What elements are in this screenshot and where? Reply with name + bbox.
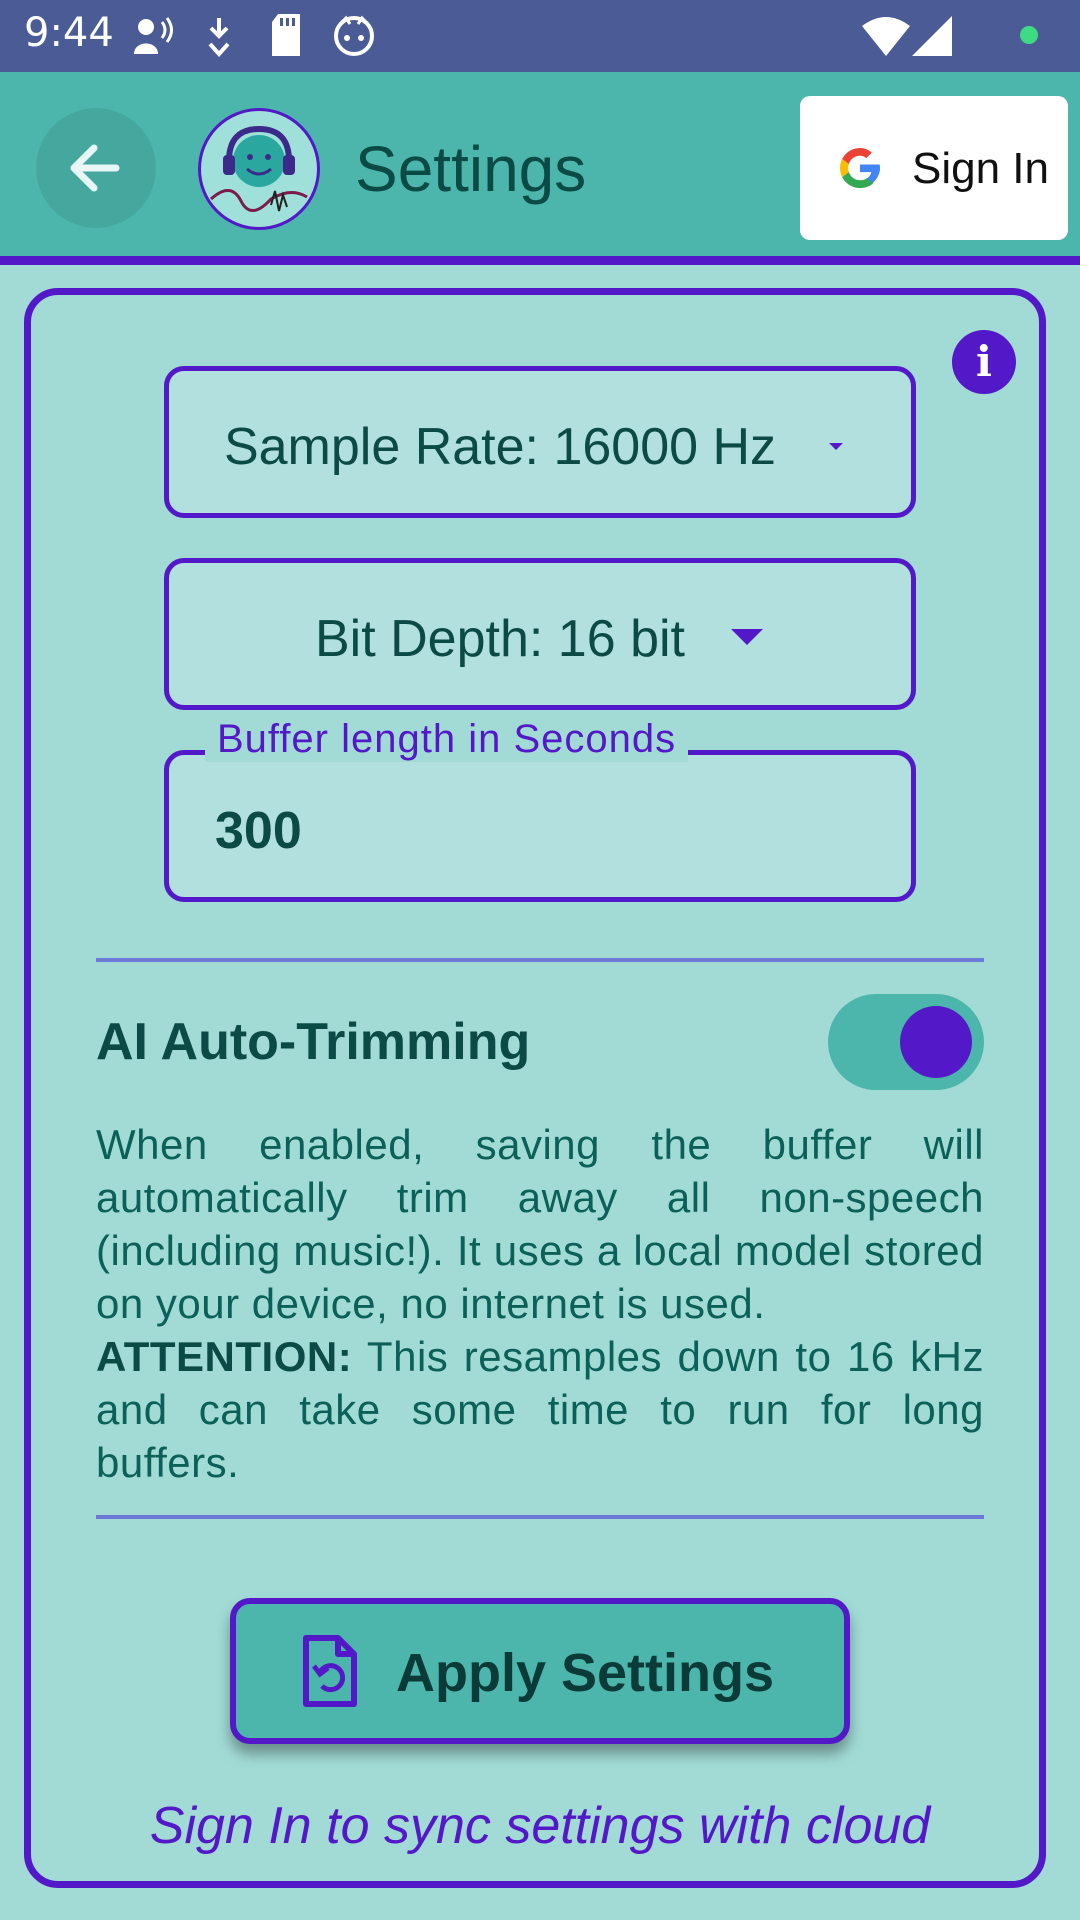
sample-rate-value: Sample Rate: 16000 Hz <box>223 418 777 476</box>
info-icon: i <box>976 337 992 386</box>
chevron-down-icon <box>731 629 763 645</box>
app-bar-divider <box>0 256 1080 265</box>
arrow-left-icon <box>70 144 120 192</box>
google-g-icon <box>840 148 880 188</box>
info-button[interactable]: i <box>952 330 1016 394</box>
section-divider <box>96 958 984 962</box>
status-bar: 9:44 <box>0 0 1080 72</box>
google-sign-in-button[interactable]: Sign In <box>800 96 1068 240</box>
attention-label: ATTENTION: <box>96 1333 353 1380</box>
auto-trim-description: When enabled, saving the buffer will aut… <box>96 1118 984 1489</box>
app-bar: Settings Sign In <box>0 72 1080 256</box>
back-button[interactable] <box>36 108 156 228</box>
notification-icon <box>208 18 230 57</box>
signal-icon <box>912 16 952 56</box>
apply-settings-label: Apply Settings <box>396 1643 775 1703</box>
buffer-length-label: Buffer length in Seconds <box>205 717 689 762</box>
sd-card-icon <box>272 14 300 56</box>
app-logo <box>198 108 320 230</box>
voice-icon <box>134 17 173 54</box>
buffer-length-input[interactable]: 300 <box>215 801 302 861</box>
wifi-icon <box>862 17 910 56</box>
sample-rate-dropdown[interactable]: Sample Rate: 16000 Hz <box>164 366 916 518</box>
headphones-smiley-logo-icon <box>209 125 308 212</box>
apply-settings-button[interactable]: Apply Settings <box>230 1598 850 1744</box>
bit-depth-dropdown[interactable]: Bit Depth: 16 bit <box>164 558 916 710</box>
file-restore-icon <box>303 1635 357 1707</box>
auto-trim-switch-thumb[interactable] <box>900 1006 972 1078</box>
privacy-indicator-dot <box>1020 26 1038 44</box>
auto-trim-title: AI Auto-Trimming <box>96 1013 531 1071</box>
page-title: Settings <box>355 133 587 205</box>
buffer-length-field[interactable]: Buffer length in Seconds 300 <box>164 717 916 902</box>
app-notification-icon <box>334 15 374 56</box>
section-divider <box>96 1515 984 1519</box>
chevron-down-icon <box>829 443 843 450</box>
sign-in-label: Sign In <box>912 144 1049 193</box>
sync-hint-text: Sign In to sync settings with cloud <box>149 1797 931 1855</box>
auto-trim-description-text: When enabled, saving the buffer will aut… <box>96 1121 984 1327</box>
status-time: 9:44 <box>24 10 114 56</box>
